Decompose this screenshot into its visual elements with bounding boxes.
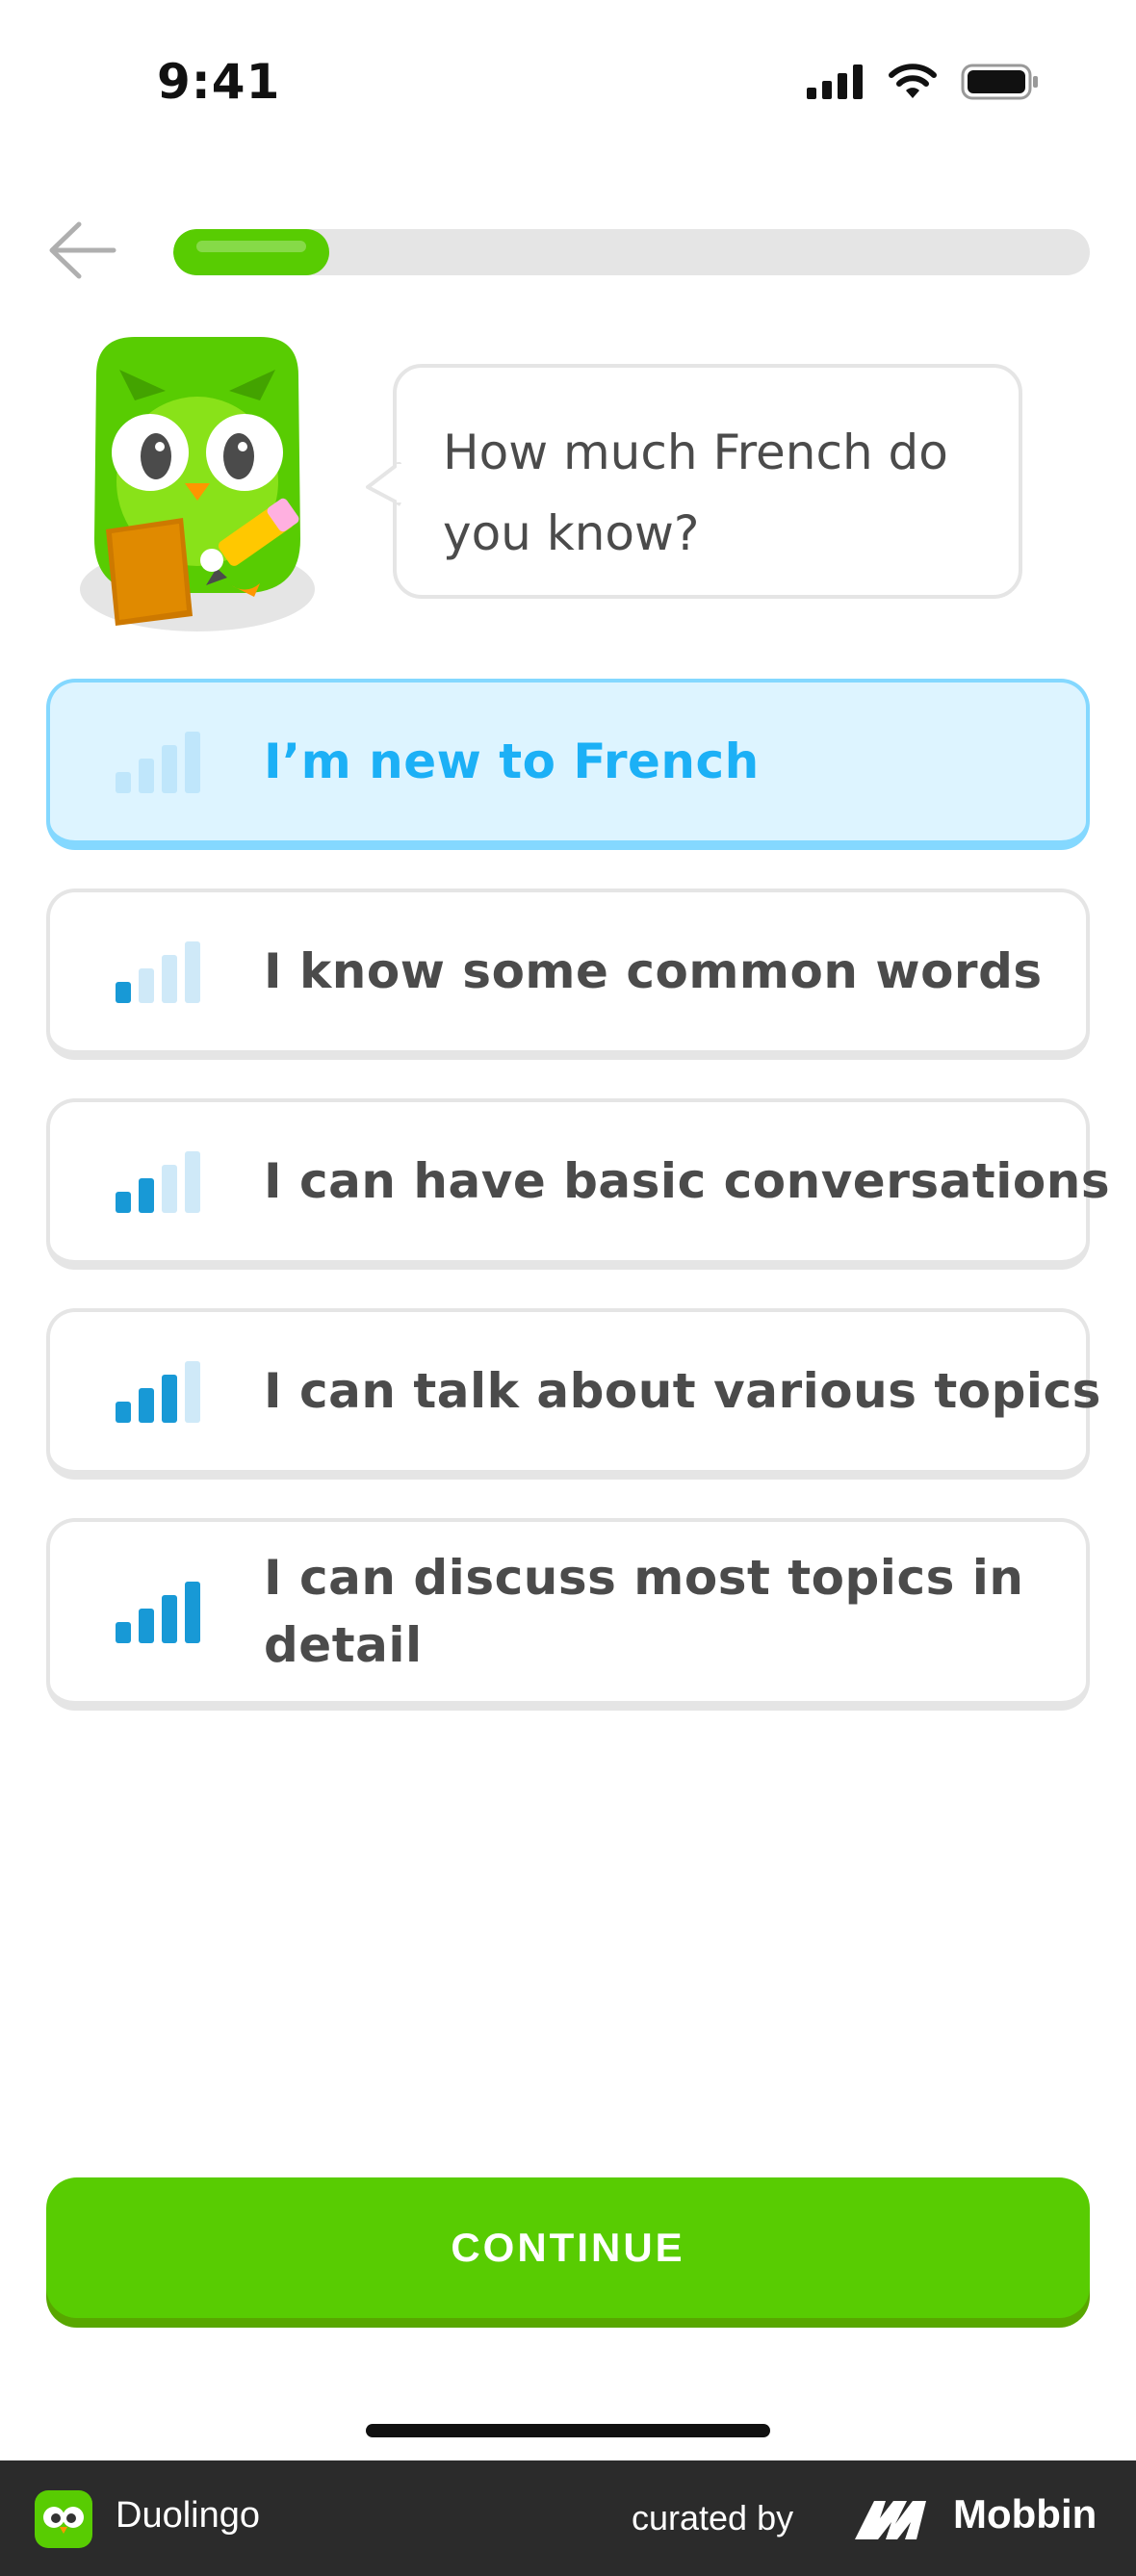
signal-bar: [185, 732, 200, 793]
option-most-topics-detail[interactable]: I can discuss most topics in detail: [46, 1518, 1090, 1711]
option-basic-conversations[interactable]: I can have basic conversations: [46, 1098, 1111, 1270]
signal-bar: [139, 1178, 154, 1213]
option-label: I can talk about various topics: [264, 1363, 1101, 1419]
signal-bar: [162, 1375, 177, 1423]
progress-fill: [173, 229, 329, 275]
question-text: How much French do you know?: [443, 425, 948, 561]
option-common-words[interactable]: I know some common words: [46, 889, 1090, 1060]
signal-bars-icon: [116, 1361, 200, 1423]
status-bar: 9:41: [0, 0, 1136, 164]
speech-bubble-tail: [366, 462, 402, 506]
owl-mascot: [77, 337, 318, 635]
signal-bar: [185, 1361, 200, 1423]
back-button[interactable]: [46, 217, 119, 284]
footer-app-name: Duolingo: [116, 2495, 260, 2536]
duolingo-logo-icon: [35, 2490, 92, 2548]
owl-mascot-illustration: [80, 337, 315, 631]
battery-icon: [961, 64, 1038, 100]
signal-bar: [116, 1192, 131, 1213]
option-label: I can discuss most topics in detail: [264, 1550, 1024, 1673]
signal-bar: [116, 772, 131, 793]
option-label: I’m new to French: [264, 734, 760, 789]
wifi-icon: [889, 64, 937, 98]
arrow-left-icon: [49, 221, 116, 279]
status-time: 9:41: [157, 54, 281, 110]
signal-bar: [185, 941, 200, 1003]
signal-bar: [162, 745, 177, 793]
signal-bar: [139, 1388, 154, 1423]
signal-bar: [162, 1165, 177, 1213]
home-indicator: [366, 2424, 770, 2437]
option-new-to-french[interactable]: I’m new to French: [46, 679, 1090, 850]
progress-bar: [173, 229, 1090, 275]
footer-brand: Mobbin: [953, 2491, 1097, 2537]
signal-bar: [185, 1582, 200, 1643]
signal-bar: [116, 1622, 131, 1643]
mobbin-logo-icon: [855, 2501, 926, 2539]
footer-bar: Duolingo curated by Mobbin: [0, 2460, 1136, 2576]
signal-bars-icon: [116, 941, 200, 1003]
signal-bars-icon: [116, 732, 200, 793]
signal-bars-icon: [116, 1151, 200, 1213]
lesson-header: [0, 217, 1136, 284]
signal-bar: [139, 1609, 154, 1643]
progress-shine: [196, 241, 306, 252]
signal-bars-icon: [116, 1582, 200, 1643]
signal-bar: [116, 982, 131, 1003]
proficiency-options: I’m new to French I know some common wor…: [46, 679, 1111, 1749]
signal-bar: [162, 1595, 177, 1643]
continue-label: CONTINUE: [451, 2225, 685, 2270]
continue-button[interactable]: CONTINUE: [46, 2177, 1090, 2318]
signal-bar: [185, 1151, 200, 1213]
signal-bar: [162, 955, 177, 1003]
footer-curated-by: curated by: [632, 2498, 794, 2537]
option-label: I know some common words: [264, 943, 1043, 999]
speech-bubble: How much French do you know?: [366, 364, 1022, 599]
status-icons: [807, 64, 1040, 100]
cellular-signal-icon: [807, 64, 863, 99]
option-various-topics[interactable]: I can talk about various topics: [46, 1308, 1101, 1480]
option-label: I can have basic conversations: [264, 1153, 1111, 1209]
signal-bar: [139, 968, 154, 1003]
signal-bar: [116, 1402, 131, 1423]
signal-bar: [139, 759, 154, 793]
